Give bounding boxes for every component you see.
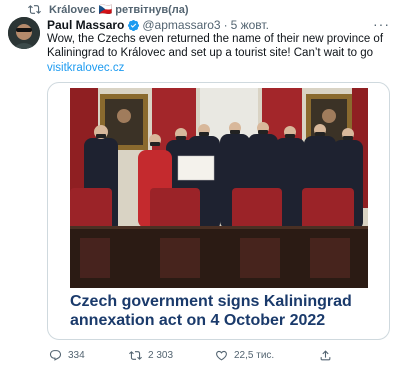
reply-count: 334 [68,350,85,361]
tweet-body: Wow, the Czechs even returned the name o… [47,32,392,75]
tweet-link[interactable]: visitkralovec.cz [47,61,392,75]
retweet-icon [129,351,142,360]
card-title[interactable]: Czech government signs Kaliningrad annex… [70,292,370,330]
retweet-count: 2 303 [148,350,174,361]
retweet-button[interactable]: 2 303 [129,349,173,362]
share-icon [320,350,331,361]
reply-icon [49,350,62,361]
link-card[interactable]: Czech government signs Kaliningrad annex… [47,82,390,340]
verified-badge-icon [128,19,140,31]
retweet-label: Královec 🇨🇿 ретвітнув(ла) [49,4,189,16]
author-name[interactable]: Paul Massaro [47,18,124,32]
retweet-icon [28,5,41,14]
tweet-text: Wow, the Czechs even returned the name o… [47,33,384,59]
more-icon[interactable]: ··· [373,16,390,32]
heart-icon [216,350,227,361]
reply-button[interactable]: 334 [49,349,85,362]
author-handle[interactable]: @apmassaro3 [142,18,220,32]
share-button[interactable] [319,349,332,362]
card-photo[interactable] [70,88,368,288]
like-button[interactable]: 22,5 тис. [215,349,274,362]
avatar[interactable] [8,17,40,49]
tweet-actions: 334 2 303 22,5 тис. [47,349,347,365]
tweet-header: Paul Massaro @apmassaro3 · 5 жовт. [47,18,269,32]
tweet-date[interactable]: 5 жовт. [231,18,269,32]
retweet-context[interactable]: Královec 🇨🇿 ретвітнув(ла) [28,3,189,16]
separator: · [223,18,228,32]
like-count: 22,5 тис. [234,350,275,361]
